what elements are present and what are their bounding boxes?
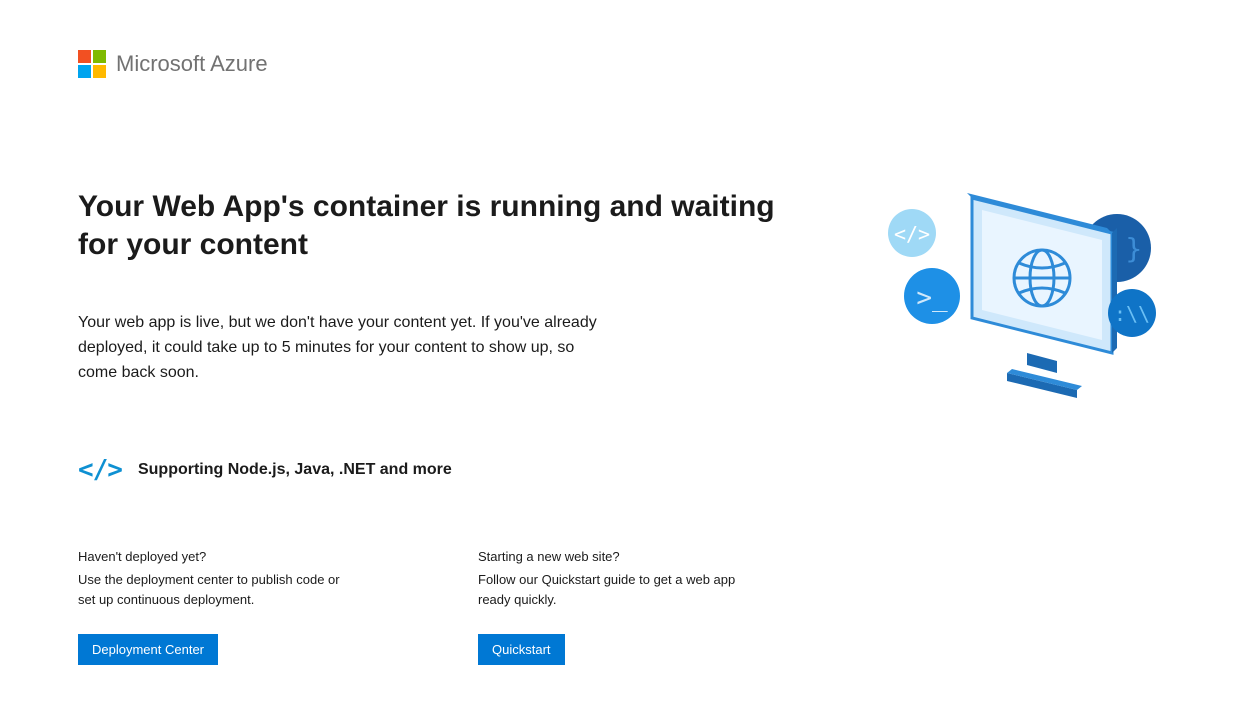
quickstart-column: Starting a new web site? Follow our Quic… <box>478 547 758 664</box>
lead-text: Your web app is live, but we don't have … <box>78 311 598 385</box>
svg-text::\\: :\\ <box>1114 302 1150 326</box>
brand-header: Microsoft Azure <box>78 50 1177 78</box>
supporting-text: Supporting Node.js, Java, .NET and more <box>138 461 452 479</box>
svg-text:</>: </> <box>894 222 930 246</box>
deployment-center-button[interactable]: Deployment Center <box>78 634 218 665</box>
brand-name: Microsoft Azure <box>116 51 268 77</box>
deployment-desc: Use the deployment center to publish cod… <box>78 570 358 610</box>
svg-text:>_: >_ <box>916 283 948 313</box>
hero-illustration: { } <box>877 178 1177 408</box>
microsoft-logo-icon <box>78 50 106 78</box>
deployment-question: Haven't deployed yet? <box>78 547 358 567</box>
page-title: Your Web App's container is running and … <box>78 188 778 263</box>
quickstart-button[interactable]: Quickstart <box>478 634 565 665</box>
deployment-column: Haven't deployed yet? Use the deployment… <box>78 547 358 664</box>
quickstart-question: Starting a new web site? <box>478 547 758 567</box>
code-icon: </> <box>78 455 122 485</box>
quickstart-desc: Follow our Quickstart guide to get a web… <box>478 570 758 610</box>
supporting-row: </> Supporting Node.js, Java, .NET and m… <box>78 455 778 485</box>
